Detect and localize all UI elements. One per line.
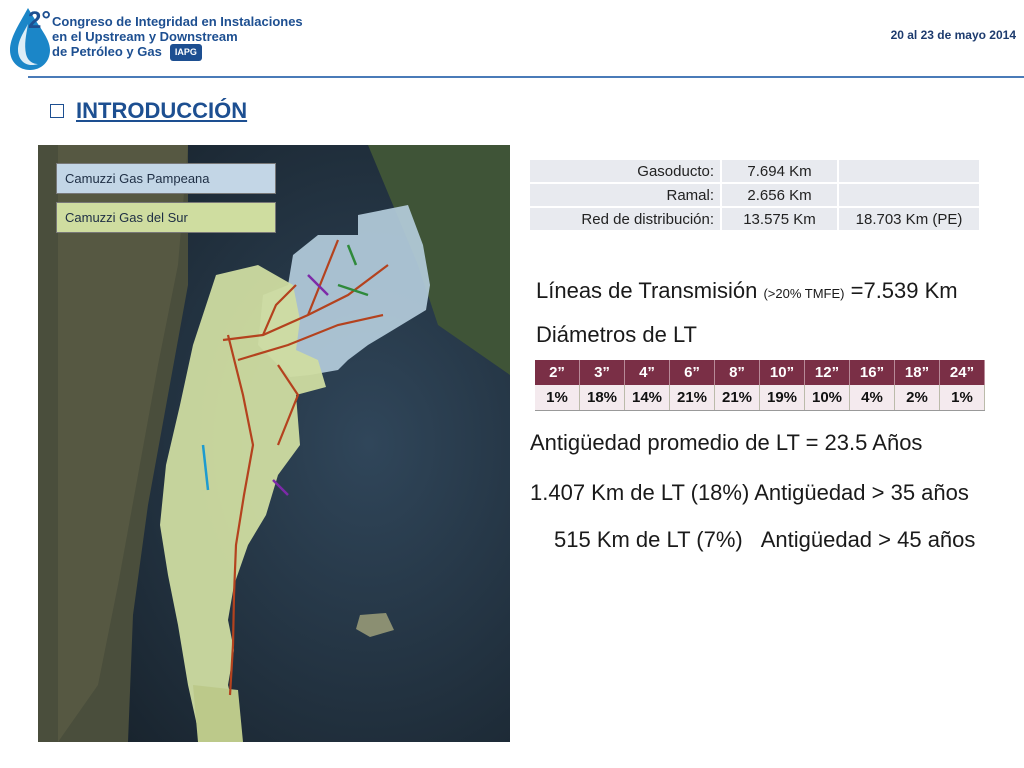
diameter-header: 16” [849,360,895,385]
diameter-header: 3” [579,360,625,385]
over-35-years-stat: 1.407 Km de LT (18%) Antigüedad > 35 año… [530,480,969,505]
event-date: 20 al 23 de mayo 2014 [890,28,1016,42]
average-age-stat: Antigüedad promedio de LT = 23.5 Años [530,430,923,455]
congress-title-line-2: en el Upstream y Downstream [52,29,238,44]
header-divider [28,76,1024,78]
row-label: Red de distribución: [528,206,722,232]
diameter-header: 2” [535,360,580,385]
transmission-qualifier: (>20% TMFE) [763,286,845,301]
legend-camuzzi-gas-del-sur: Camuzzi Gas del Sur [56,202,276,233]
over-45-km: 515 Km de LT (7%) [554,527,743,552]
legend-camuzzi-gas-pampeana: Camuzzi Gas Pampeana [56,163,276,194]
diameter-header: 18” [894,360,940,385]
congress-title-line-3: de Petróleo y Gas [52,44,162,59]
diameter-value: 4% [849,385,895,411]
diameter-header: 24” [939,360,985,385]
diameter-value: 21% [669,385,715,411]
row-label: Ramal: [528,182,722,208]
diameter-header: 8” [714,360,760,385]
diameter-value: 19% [759,385,805,411]
iapg-logo: IAPG [169,44,202,62]
network-length-table: Gasoducto: 7.694 Km Ramal: 2.656 Km Red … [528,158,981,232]
table-row: Ramal: 2.656 Km [528,182,981,208]
row-value: 7.694 Km [720,158,839,184]
row-extra: 18.703 Km (PE) [837,206,981,232]
table-row: Red de distribución: 13.575 Km 18.703 Km… [528,206,981,232]
diameters-value-row: 1% 18% 14% 21% 21% 19% 10% 4% 2% 1% [535,385,985,411]
section-heading: INTRODUCCIÓN [50,98,247,124]
diameter-value: 1% [535,385,580,411]
argentina-network-map-icon [38,145,510,742]
diameter-value: 18% [579,385,625,411]
transmission-prefix: Líneas de Transmisión [536,278,764,303]
diameter-value: 14% [624,385,670,411]
row-value: 2.656 Km [720,182,839,208]
transmission-total: =7.539 Km [844,278,958,303]
congress-title-line-1: Congreso de Integridad en Instalaciones [52,14,303,29]
diameters-table: 2” 3” 4” 6” 8” 10” 12” 16” 18” 24” 1% 18… [535,360,985,411]
diameter-value: 21% [714,385,760,411]
diameter-header: 4” [624,360,670,385]
diameter-header: 12” [804,360,850,385]
diameter-value: 10% [804,385,850,411]
row-extra [837,182,981,208]
diameters-title: Diámetros de LT [536,322,697,347]
row-extra [837,158,981,184]
over-45-years-stat: 515 Km de LT (7%) Antigüedad > 45 años [554,527,975,553]
diameters-header-row: 2” 3” 4” 6” 8” 10” 12” 16” 18” 24” [535,360,985,385]
section-title: INTRODUCCIÓN [76,98,248,123]
satellite-map [38,145,510,742]
diameter-header: 6” [669,360,715,385]
diameter-header: 10” [759,360,805,385]
diameter-value: 1% [939,385,985,411]
table-row: Gasoducto: 7.694 Km [528,158,981,184]
over-45-age: Antigüedad > 45 años [760,527,976,552]
row-label: Gasoducto: [528,158,722,184]
diameter-value: 2% [894,385,940,411]
checkbox-bullet-icon [50,104,64,118]
row-value: 13.575 Km [720,206,839,232]
logo-number: 2° [28,7,51,34]
header: 2° Congreso de Integridad en Instalacion… [0,0,1024,78]
congress-title: Congreso de Integridad en Instalaciones … [52,14,303,62]
transmission-lines-summary: Líneas de Transmisión (>20% TMFE) =7.539… [536,278,958,304]
